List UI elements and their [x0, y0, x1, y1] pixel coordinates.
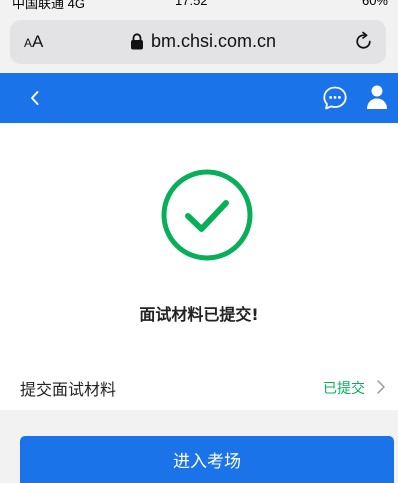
- url-display[interactable]: bm.chsi.com.cn: [130, 31, 276, 52]
- lock-icon: [131, 33, 143, 50]
- page: 中国联通 4G 17:52 60% AA bm.chsi.com.cn 面试材料…: [0, 0, 398, 483]
- user-icon[interactable]: [366, 84, 388, 110]
- text-size-large-a: A: [32, 32, 44, 51]
- submit-material-row[interactable]: 提交面试材料 已提交: [0, 363, 398, 410]
- battery-label: 60%: [361, 0, 388, 8]
- row-label: 提交面试材料: [20, 380, 117, 399]
- url-text: bm.chsi.com.cn: [151, 31, 277, 51]
- text-size-small-a: A: [24, 36, 33, 50]
- chat-bubble-icon[interactable]: [322, 85, 348, 111]
- text-size-button[interactable]: AA: [24, 32, 43, 52]
- clock: 17:52: [175, 0, 208, 8]
- reload-icon[interactable]: [354, 31, 374, 51]
- chevron-right-icon: [377, 380, 385, 394]
- enter-exam-room-button[interactable]: 进入考场: [20, 436, 394, 483]
- address-bar[interactable]: AA bm.chsi.com.cn: [10, 20, 386, 64]
- status-label: 已提交: [323, 381, 365, 397]
- chevron-left-icon[interactable]: [25, 87, 45, 109]
- carrier-label: 中国联通 4G: [12, 0, 85, 11]
- result-panel: 面试材料已提交!: [0, 123, 398, 363]
- check-circle-icon: [161, 169, 253, 261]
- navbar: [0, 73, 398, 123]
- status-bar: 中国联通 4G 17:52 60%: [0, 0, 398, 14]
- success-title: 面试材料已提交!: [139, 305, 259, 324]
